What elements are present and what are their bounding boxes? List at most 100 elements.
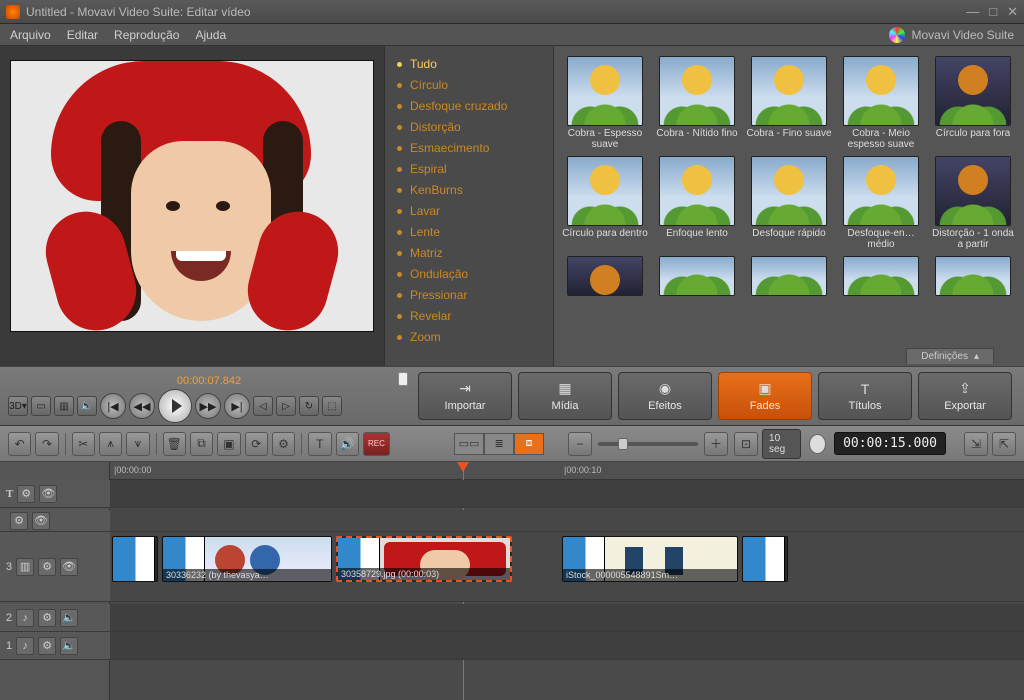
track-settings-icon[interactable]: ⚙ bbox=[38, 609, 56, 627]
category-circulo[interactable]: Círculo bbox=[385, 75, 553, 96]
video-track-lane[interactable]: 30336232 (by thevasya… 30358729.jpg (00:… bbox=[110, 532, 1024, 602]
overlay-track-lane[interactable] bbox=[110, 510, 1024, 532]
fx-tile[interactable]: Desfoque rápido bbox=[746, 156, 832, 250]
action-exportar[interactable]: ⇪Exportar bbox=[918, 372, 1012, 420]
delete-button[interactable]: 🗑 bbox=[163, 432, 186, 456]
category-revelar[interactable]: Revelar bbox=[385, 306, 553, 327]
collapse-tracks-button[interactable]: ⇲ bbox=[964, 432, 988, 456]
film-button[interactable]: ▥ bbox=[54, 396, 74, 416]
action-importar[interactable]: ⇥Importar bbox=[418, 372, 512, 420]
volume-button[interactable]: 🔈 bbox=[77, 396, 97, 416]
tab-definicoes[interactable]: Definições▴ bbox=[906, 348, 994, 364]
category-kenburns[interactable]: KenBurns bbox=[385, 180, 553, 201]
clock-icon bbox=[809, 434, 826, 454]
crop-tool-button[interactable]: ▣ bbox=[217, 432, 240, 456]
title-tool-button[interactable]: T bbox=[308, 432, 331, 456]
track-settings-icon[interactable]: ⚙ bbox=[38, 637, 56, 655]
fx-tile[interactable] bbox=[746, 256, 832, 296]
fx-tile[interactable]: Cobra - Espesso suave bbox=[562, 56, 648, 150]
forward-button[interactable]: ▶▶ bbox=[195, 393, 221, 419]
fx-tile[interactable]: Círculo para fora bbox=[930, 56, 1016, 150]
category-espiral[interactable]: Espiral bbox=[385, 159, 553, 180]
zoom-slider[interactable] bbox=[598, 442, 698, 446]
action-efeitos[interactable]: ◉Efeitos bbox=[618, 372, 712, 420]
category-lente[interactable]: Lente bbox=[385, 222, 553, 243]
menu-editar[interactable]: Editar bbox=[67, 28, 98, 42]
cut-right-button[interactable]: ⩛ bbox=[126, 432, 149, 456]
seek-knob[interactable] bbox=[398, 372, 408, 386]
cut-left-button[interactable]: ⩚ bbox=[99, 432, 122, 456]
track-visibility-icon[interactable]: 👁 bbox=[32, 512, 50, 530]
zoom-fit-button[interactable]: ⊡ bbox=[734, 432, 758, 456]
next-frame-button[interactable]: ▷ bbox=[276, 396, 296, 416]
track-visibility-icon[interactable]: 👁 bbox=[39, 485, 57, 503]
category-ondulacao[interactable]: Ondulação bbox=[385, 264, 553, 285]
action-titulos[interactable]: TTítulos bbox=[818, 372, 912, 420]
fx-tile[interactable] bbox=[562, 256, 648, 296]
snapshot-button[interactable]: ▭ bbox=[31, 396, 51, 416]
audio2-track-lane[interactable] bbox=[110, 604, 1024, 632]
category-distorcao[interactable]: Distorção bbox=[385, 117, 553, 138]
snap-badge[interactable]: 10 seg bbox=[762, 429, 801, 459]
category-lavar[interactable]: Lavar bbox=[385, 201, 553, 222]
rewind-button[interactable]: ◀◀ bbox=[129, 393, 155, 419]
track-visibility-icon[interactable]: 👁 bbox=[60, 558, 78, 576]
copy-button[interactable]: ⧉ bbox=[190, 432, 213, 456]
category-zoom[interactable]: Zoom bbox=[385, 327, 553, 348]
crop-button[interactable]: ⬚ bbox=[322, 396, 342, 416]
play-button[interactable] bbox=[158, 389, 192, 423]
cut-button[interactable]: ✂ bbox=[72, 432, 95, 456]
zoom-in-button[interactable]: ＋ bbox=[704, 432, 728, 456]
track-mute-icon[interactable]: 🔈 bbox=[60, 637, 78, 655]
category-pressionar[interactable]: Pressionar bbox=[385, 285, 553, 306]
view-timeline-button[interactable]: ⧈ bbox=[514, 433, 544, 455]
fx-tile[interactable] bbox=[654, 256, 740, 296]
track-mute-icon[interactable]: 🔈 bbox=[60, 609, 78, 627]
fx-tile[interactable] bbox=[838, 256, 924, 296]
undo-button[interactable]: ↶ bbox=[8, 432, 31, 456]
expand-tracks-button[interactable]: ⇱ bbox=[992, 432, 1016, 456]
mode-3d-button[interactable]: 3D▾ bbox=[8, 396, 28, 416]
menu-ajuda[interactable]: Ajuda bbox=[195, 28, 226, 42]
fx-tile[interactable]: Desfoque-en… médio bbox=[838, 156, 924, 250]
prev-frame-button[interactable]: ◁ bbox=[253, 396, 273, 416]
view-storyboard-button[interactable]: ▭▭ bbox=[454, 433, 484, 455]
category-label: Pressionar bbox=[410, 287, 467, 304]
fx-tile[interactable]: Cobra - Nítido fino bbox=[654, 56, 740, 150]
category-matriz[interactable]: Matriz bbox=[385, 243, 553, 264]
category-desfoque-cruzado[interactable]: Desfoque cruzado bbox=[385, 96, 553, 117]
fx-tile[interactable]: Cobra - Fino suave bbox=[746, 56, 832, 150]
time-ruler[interactable]: |00:00:00 |00:00:10 bbox=[110, 462, 1024, 480]
menu-reproducao[interactable]: Reprodução bbox=[114, 28, 179, 42]
close-button[interactable]: ✕ bbox=[1007, 4, 1018, 20]
adjust-button[interactable]: ⚙ bbox=[272, 432, 295, 456]
zoom-knob[interactable] bbox=[618, 438, 628, 450]
audio1-track-lane[interactable] bbox=[110, 632, 1024, 660]
fx-tile[interactable]: Círculo para dentro bbox=[562, 156, 648, 250]
preview-frame[interactable] bbox=[10, 60, 374, 332]
minimize-button[interactable]: — bbox=[966, 4, 979, 20]
skip-start-button[interactable]: |◀ bbox=[100, 393, 126, 419]
category-esmaecimento[interactable]: Esmaecimento bbox=[385, 138, 553, 159]
redo-button[interactable]: ↷ bbox=[35, 432, 58, 456]
loop-button[interactable]: ↻ bbox=[299, 396, 319, 416]
fx-tile[interactable]: Distorção - 1 onda a partir bbox=[930, 156, 1016, 250]
track-settings-icon[interactable]: ⚙ bbox=[10, 512, 28, 530]
fx-tile[interactable]: Cobra - Meio espesso suave bbox=[838, 56, 924, 150]
title-track-lane[interactable] bbox=[110, 480, 1024, 508]
action-midia[interactable]: ▦Mídia bbox=[518, 372, 612, 420]
action-fades[interactable]: ▣Fades bbox=[718, 372, 812, 420]
category-tudo[interactable]: Tudo bbox=[385, 54, 553, 75]
maximize-button[interactable]: □ bbox=[989, 4, 997, 20]
view-list-button[interactable]: ≣ bbox=[484, 433, 514, 455]
skip-end-button[interactable]: ▶| bbox=[224, 393, 250, 419]
menu-arquivo[interactable]: Arquivo bbox=[10, 28, 51, 42]
rotate-button[interactable]: ⟳ bbox=[245, 432, 268, 456]
zoom-out-button[interactable]: − bbox=[568, 432, 592, 456]
fx-tile[interactable] bbox=[930, 256, 1016, 296]
track-settings-icon[interactable]: ⚙ bbox=[38, 558, 56, 576]
track-settings-icon[interactable]: ⚙ bbox=[17, 485, 35, 503]
audio-tool-button[interactable]: 🔊 bbox=[336, 432, 359, 456]
fx-tile[interactable]: Enfoque lento bbox=[654, 156, 740, 250]
record-button[interactable]: REC bbox=[363, 432, 390, 456]
